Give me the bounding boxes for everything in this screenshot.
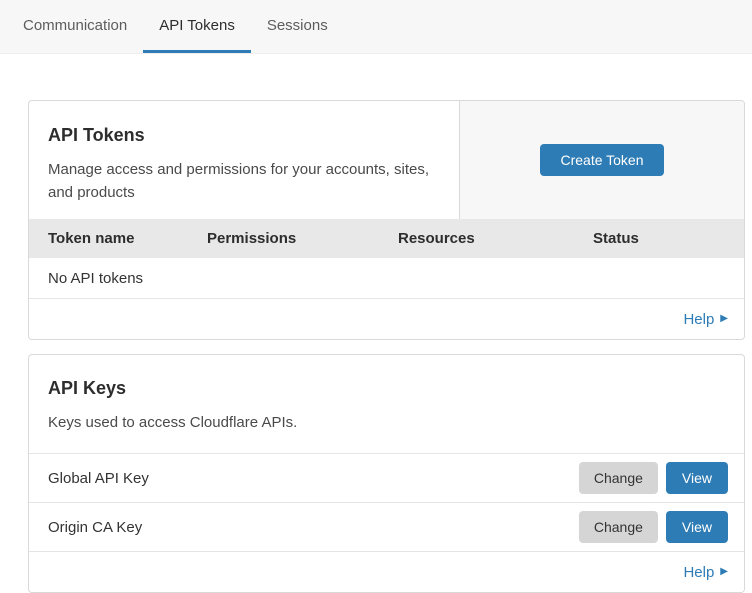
empty-tokens-row: No API tokens (29, 258, 744, 299)
api-keys-panel: API Keys Keys used to access Cloudflare … (28, 354, 745, 593)
api-tokens-header-action-area: Create Token (460, 101, 744, 219)
column-header-status: Status (593, 230, 744, 247)
column-header-resources: Resources (398, 230, 593, 247)
token-table-header: Token name Permissions Resources Status (29, 219, 744, 258)
key-label-global-api-key: Global API Key (48, 470, 149, 487)
create-token-button[interactable]: Create Token (540, 144, 663, 176)
view-global-api-key-button[interactable]: View (666, 462, 728, 494)
column-header-permissions: Permissions (207, 230, 398, 247)
api-keys-title: API Keys (48, 378, 720, 399)
key-row-global-api-key: Global API Key Change View (29, 454, 744, 503)
api-tokens-title: API Tokens (48, 125, 435, 146)
page-content: API Tokens Manage access and permissions… (0, 54, 752, 593)
arrow-right-icon: ▶ (720, 567, 728, 577)
api-keys-description: Keys used to access Cloudflare APIs. (48, 411, 720, 434)
help-link-label: Help (683, 311, 714, 328)
api-keys-panel-footer: Help ▶ (29, 552, 744, 592)
key-actions-origin-ca-key: Change View (579, 511, 728, 543)
api-keys-panel-header: API Keys Keys used to access Cloudflare … (29, 355, 744, 454)
api-tokens-description: Manage access and permissions for your a… (48, 158, 435, 205)
change-origin-ca-key-button[interactable]: Change (579, 511, 658, 543)
key-actions-global-api-key: Change View (579, 462, 728, 494)
tab-bar: Communication API Tokens Sessions (0, 0, 752, 54)
api-tokens-header-text: API Tokens Manage access and permissions… (29, 101, 460, 219)
api-tokens-panel-header: API Tokens Manage access and permissions… (29, 101, 744, 219)
key-row-origin-ca-key: Origin CA Key Change View (29, 503, 744, 552)
key-label-origin-ca-key: Origin CA Key (48, 519, 142, 536)
empty-tokens-message: No API tokens (48, 270, 143, 287)
help-link-label: Help (683, 564, 714, 581)
view-origin-ca-key-button[interactable]: View (666, 511, 728, 543)
arrow-right-icon: ▶ (720, 314, 728, 324)
api-tokens-help-link[interactable]: Help ▶ (683, 311, 728, 328)
column-header-token-name: Token name (48, 230, 207, 247)
api-keys-help-link[interactable]: Help ▶ (683, 564, 728, 581)
tab-communication[interactable]: Communication (7, 0, 143, 53)
change-global-api-key-button[interactable]: Change (579, 462, 658, 494)
tab-sessions[interactable]: Sessions (251, 0, 344, 53)
api-tokens-panel: API Tokens Manage access and permissions… (28, 100, 745, 340)
api-tokens-panel-footer: Help ▶ (29, 299, 744, 339)
tab-api-tokens[interactable]: API Tokens (143, 0, 251, 53)
